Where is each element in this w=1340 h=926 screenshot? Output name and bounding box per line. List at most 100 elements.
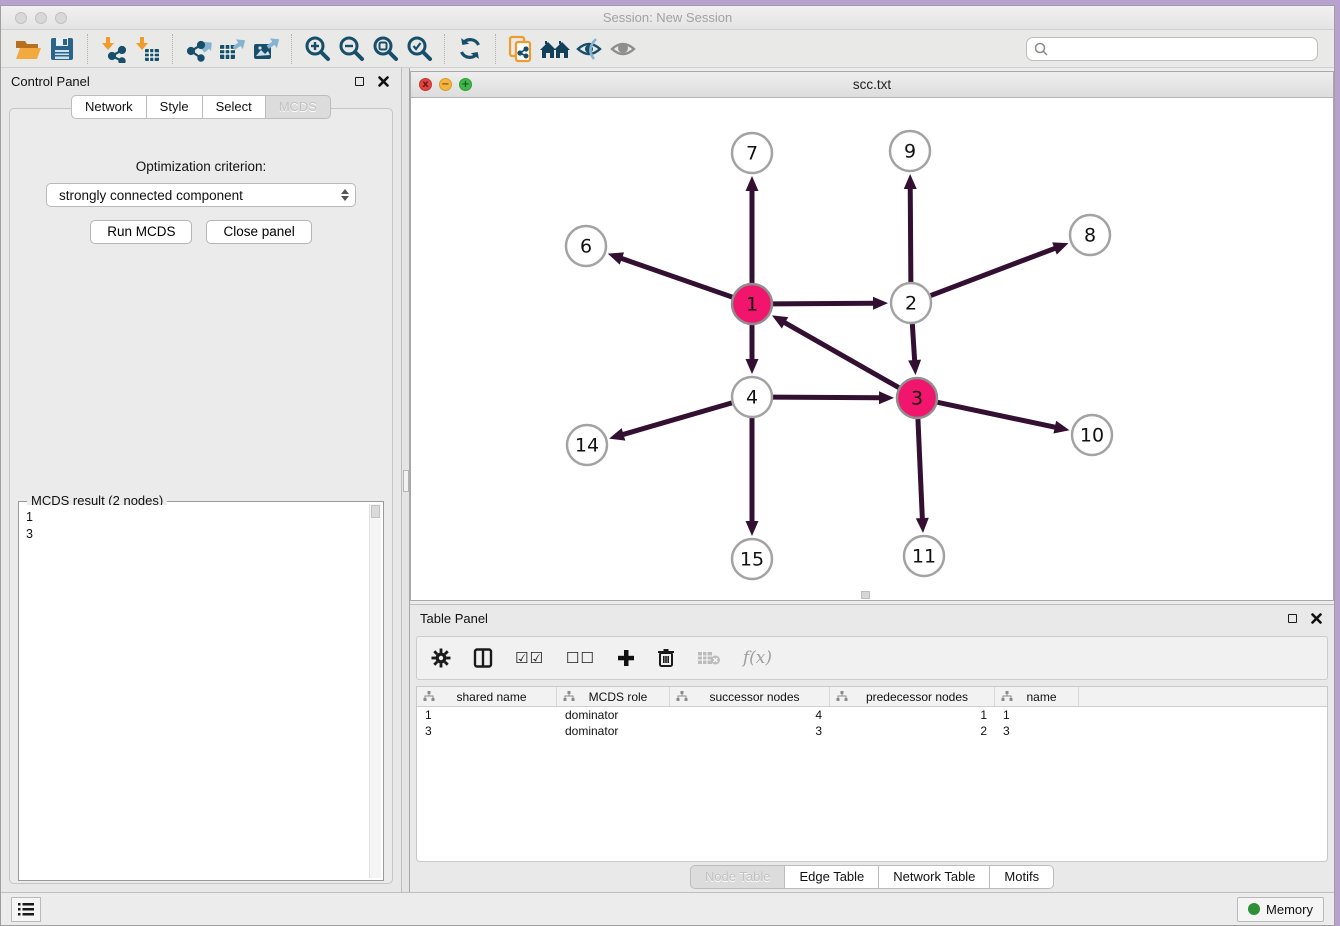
float-panel-icon[interactable] xyxy=(351,74,367,90)
export-table-icon[interactable] xyxy=(215,33,249,65)
table-cell[interactable]: dominator xyxy=(557,707,670,723)
zoom-out-icon[interactable] xyxy=(334,33,368,65)
table-toolbar: ☑☑ ☐☐ f(x) xyxy=(416,636,1328,680)
tab-motifs[interactable]: Motifs xyxy=(989,865,1054,889)
column-header-predecessor-nodes[interactable]: predecessor nodes xyxy=(830,687,995,706)
column-header-successor-nodes[interactable]: successor nodes xyxy=(670,687,830,706)
edge-3-10[interactable] xyxy=(938,402,1057,427)
table-cell[interactable]: 2 xyxy=(830,723,995,739)
show-columns-icon[interactable] xyxy=(473,648,493,668)
open-session-icon[interactable] xyxy=(11,33,45,65)
close-table-panel-icon[interactable] xyxy=(1308,611,1324,627)
add-column-icon[interactable] xyxy=(617,649,635,667)
arrowhead-icon xyxy=(609,428,625,440)
new-network-from-selection-icon[interactable] xyxy=(504,33,538,65)
export-image-icon[interactable] xyxy=(249,33,283,65)
column-hierarchy-icon xyxy=(1001,691,1013,702)
arrowhead-icon xyxy=(608,252,624,264)
edge-2-3[interactable] xyxy=(912,324,914,362)
node-label-6: 6 xyxy=(580,236,592,258)
app-window: Session: New Session xyxy=(0,5,1335,926)
control-panel-title: Control Panel xyxy=(11,74,343,89)
tab-edge-table[interactable]: Edge Table xyxy=(784,865,878,889)
session-title: Session: New Session xyxy=(1,10,1334,25)
table-cell[interactable]: 1 xyxy=(995,707,1079,723)
edge-3-1[interactable] xyxy=(783,322,898,388)
task-history-button[interactable] xyxy=(11,897,41,922)
deselect-all-icon[interactable]: ☐☐ xyxy=(566,649,595,667)
column-header-shared-name[interactable]: shared name xyxy=(417,687,557,706)
edge-4-14[interactable] xyxy=(622,403,732,435)
table-cell[interactable]: dominator xyxy=(557,723,670,739)
show-all-icon[interactable] xyxy=(606,33,640,65)
delete-column-icon[interactable] xyxy=(657,648,675,668)
mcds-result-text[interactable]: 1 3 xyxy=(21,505,369,878)
edge-2-9[interactable] xyxy=(910,187,911,282)
tab-style[interactable]: Style xyxy=(146,95,202,119)
column-hierarchy-icon xyxy=(836,691,848,702)
close-panel-button[interactable]: Close panel xyxy=(206,220,311,244)
mcds-panel-spacer xyxy=(10,244,392,501)
panel-splitter[interactable] xyxy=(401,68,410,892)
toolbar-separator xyxy=(87,34,88,64)
optimization-criterion-dropdown[interactable]: strongly connected component xyxy=(46,183,356,207)
tab-network-table[interactable]: Network Table xyxy=(878,865,989,889)
table-cell[interactable]: 1 xyxy=(830,707,995,723)
hide-selected-icon[interactable] xyxy=(572,33,606,65)
result-scrollbar[interactable] xyxy=(369,504,381,878)
import-network-icon[interactable] xyxy=(96,33,130,65)
refresh-icon[interactable] xyxy=(453,33,487,65)
column-header-name[interactable]: name xyxy=(995,687,1079,706)
edge-4-3[interactable] xyxy=(773,397,881,398)
arrowhead-icon xyxy=(873,297,888,310)
table-cell[interactable]: 4 xyxy=(670,707,830,723)
arrowhead-icon xyxy=(1053,421,1069,434)
first-neighbors-icon[interactable] xyxy=(538,33,572,65)
tab-network[interactable]: Network xyxy=(71,95,146,119)
table-cell[interactable]: 3 xyxy=(670,723,830,739)
search-input[interactable] xyxy=(1053,42,1310,56)
edge-2-8[interactable] xyxy=(931,248,1057,296)
zoom-in-icon[interactable] xyxy=(300,33,334,65)
edge-1-6[interactable] xyxy=(620,258,732,297)
splitter-grip-icon[interactable] xyxy=(403,470,409,492)
network-window-titlebar[interactable]: x − + scc.txt xyxy=(411,72,1333,98)
float-table-panel-icon[interactable] xyxy=(1284,611,1300,627)
table-row[interactable]: 3dominator323 xyxy=(417,723,1327,739)
table-body[interactable]: 1dominator4113dominator323 xyxy=(417,707,1327,739)
node-table[interactable]: shared nameMCDS rolesuccessor nodesprede… xyxy=(416,686,1328,862)
network-graph[interactable]: 7968124314101511 xyxy=(411,98,1333,600)
table-cell[interactable]: 1 xyxy=(417,707,557,723)
table-cell[interactable]: 3 xyxy=(995,723,1079,739)
table-header-row[interactable]: shared nameMCDS rolesuccessor nodesprede… xyxy=(417,687,1327,707)
edge-3-11[interactable] xyxy=(918,419,922,520)
table-settings-gear-icon[interactable] xyxy=(431,648,451,668)
zoom-selected-icon[interactable] xyxy=(402,33,436,65)
dropdown-stepper-icon xyxy=(341,189,349,201)
memory-button[interactable]: Memory xyxy=(1237,897,1324,922)
column-hierarchy-icon xyxy=(563,691,575,702)
status-bar: Memory xyxy=(1,892,1334,925)
arrowhead-icon xyxy=(1052,242,1068,254)
run-mcds-button[interactable]: Run MCDS xyxy=(90,220,192,244)
close-panel-icon[interactable] xyxy=(375,74,391,90)
column-header-MCDS-role[interactable]: MCDS role xyxy=(557,687,670,706)
export-network-icon[interactable] xyxy=(181,33,215,65)
table-cell[interactable]: 3 xyxy=(417,723,557,739)
zoom-fit-icon[interactable] xyxy=(368,33,402,65)
import-table-icon[interactable] xyxy=(130,33,164,65)
tab-mcds[interactable]: MCDS xyxy=(265,95,331,119)
tab-node-table[interactable]: Node Table xyxy=(690,865,785,889)
save-session-icon[interactable] xyxy=(45,33,79,65)
arrowhead-icon xyxy=(746,521,759,536)
network-canvas[interactable]: 7968124314101511 xyxy=(411,98,1333,600)
select-all-icon[interactable]: ☑☑ xyxy=(515,649,544,667)
memory-status-icon xyxy=(1248,903,1260,915)
edge-1-2[interactable] xyxy=(773,303,875,304)
search-field[interactable] xyxy=(1026,37,1318,61)
node-label-4: 4 xyxy=(746,387,758,409)
canvas-scroll-nub[interactable] xyxy=(861,591,870,599)
table-row[interactable]: 1dominator411 xyxy=(417,707,1327,723)
arrowhead-icon xyxy=(904,174,917,189)
tab-select[interactable]: Select xyxy=(202,95,265,119)
